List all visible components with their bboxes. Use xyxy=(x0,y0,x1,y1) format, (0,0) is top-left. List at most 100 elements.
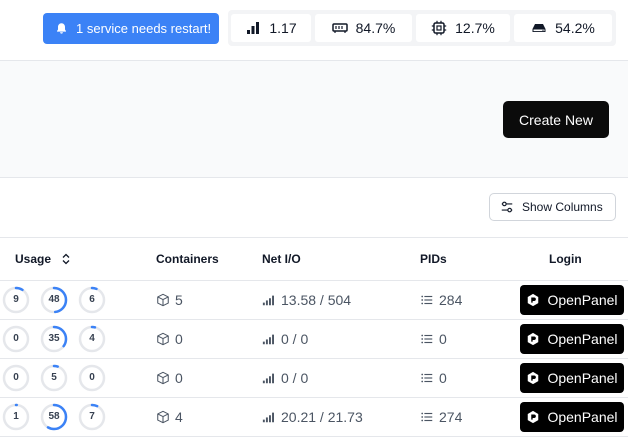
hard-drive-icon xyxy=(531,20,547,36)
top-bar: 1 service needs restart! 1.17 84.7% 12.7… xyxy=(0,0,628,61)
usage-ring-cpu: 9 xyxy=(2,286,30,314)
pids-cell: 0 xyxy=(420,331,447,347)
usage-ring-disk: 4 xyxy=(78,325,106,353)
show-columns-label: Show Columns xyxy=(522,200,603,214)
openpanel-logo-icon xyxy=(526,410,540,424)
netio-value: 13.58 / 504 xyxy=(281,292,352,308)
cpu-icon xyxy=(431,20,447,36)
stat-memory[interactable]: 84.7% xyxy=(315,14,412,42)
show-columns-button[interactable]: Show Columns xyxy=(489,193,616,221)
containers-value: 0 xyxy=(175,331,183,347)
bell-icon xyxy=(55,22,68,35)
pids-value: 0 xyxy=(439,370,447,386)
containers-cell: 5 xyxy=(156,292,183,308)
login-label: OpenPanel xyxy=(547,292,618,308)
usage-disk-value: 4 xyxy=(89,333,95,344)
containers-cell: 0 xyxy=(156,370,183,386)
login-label: OpenPanel xyxy=(547,370,618,386)
netio-value: 20.21 / 21.73 xyxy=(281,409,363,425)
usage-cpu-value: 0 xyxy=(13,333,19,344)
openpanel-logo-icon xyxy=(526,332,540,346)
stat-disk[interactable]: 54.2% xyxy=(514,14,612,42)
create-new-button[interactable]: Create New xyxy=(503,101,609,138)
stat-memory-value: 84.7% xyxy=(355,20,396,36)
usage-ring-disk: 0 xyxy=(78,364,106,392)
netio-value: 0 / 0 xyxy=(281,331,309,347)
netio-cell: 20.21 / 21.73 xyxy=(262,409,363,425)
login-label: OpenPanel xyxy=(547,409,618,425)
usage-cpu-value: 0 xyxy=(13,372,19,383)
stat-cpu[interactable]: 12.7% xyxy=(416,14,510,42)
containers-value: 0 xyxy=(175,370,183,386)
table-row: 1 58 7 4 20.21 / 21.73 274 OpenPanel xyxy=(0,398,628,437)
pids-value: 0 xyxy=(439,331,447,347)
list-icon xyxy=(420,293,434,307)
table-header: Usage Containers Net I/O PIDs Login xyxy=(0,237,628,281)
usage-memory-value: 35 xyxy=(48,333,60,344)
openpanel-logo-icon xyxy=(526,293,540,307)
pids-value: 274 xyxy=(439,409,463,425)
openpanel-login-button[interactable]: OpenPanel xyxy=(520,285,624,315)
sort-icon xyxy=(62,253,70,265)
header-netio: Net I/O xyxy=(262,252,301,266)
signal-icon xyxy=(262,332,276,346)
usage-ring-memory: 5 xyxy=(40,364,68,392)
box-icon xyxy=(156,410,170,424)
list-icon xyxy=(420,371,434,385)
stat-disk-value: 54.2% xyxy=(555,20,595,36)
restart-alert[interactable]: 1 service needs restart! xyxy=(43,13,219,44)
bar-chart-icon xyxy=(245,20,261,36)
box-icon xyxy=(156,332,170,346)
containers-cell: 4 xyxy=(156,409,183,425)
usage-memory-value: 58 xyxy=(48,411,60,422)
openpanel-login-button[interactable]: OpenPanel xyxy=(520,363,624,393)
usage-disk-value: 0 xyxy=(89,372,95,383)
netio-cell: 0 / 0 xyxy=(262,331,308,347)
header-login: Login xyxy=(549,252,582,266)
usage-cpu-value: 1 xyxy=(13,411,19,422)
signal-icon xyxy=(262,293,276,307)
pids-cell: 274 xyxy=(420,409,462,425)
box-icon xyxy=(156,293,170,307)
usage-disk-value: 6 xyxy=(89,294,95,305)
usage-disk-value: 7 xyxy=(89,411,95,422)
alert-text: 1 service needs restart! xyxy=(76,21,212,36)
usage-memory-value: 48 xyxy=(48,294,60,305)
usage-ring-disk: 7 xyxy=(78,403,106,431)
system-stats: 1.17 84.7% 12.7% 54.2% xyxy=(228,10,616,46)
usage-ring-disk: 6 xyxy=(78,286,106,314)
openpanel-login-button[interactable]: OpenPanel xyxy=(520,402,624,432)
header-pids: PIDs xyxy=(420,252,447,266)
usage-memory-value: 5 xyxy=(51,372,57,383)
usage-ring-cpu: 0 xyxy=(2,325,30,353)
pids-value: 284 xyxy=(439,292,463,308)
list-icon xyxy=(420,410,434,424)
netio-cell: 13.58 / 504 xyxy=(262,292,351,308)
sliders-icon xyxy=(500,200,514,214)
usage-ring-memory: 58 xyxy=(40,403,68,431)
signal-icon xyxy=(262,410,276,424)
header-usage[interactable]: Usage xyxy=(15,252,71,266)
pids-cell: 0 xyxy=(420,370,447,386)
netio-value: 0 / 0 xyxy=(281,370,309,386)
usage-ring-memory: 35 xyxy=(40,325,68,353)
stat-load[interactable]: 1.17 xyxy=(231,14,311,42)
box-icon xyxy=(156,371,170,385)
usage-ring-cpu: 0 xyxy=(2,364,30,392)
header-containers: Containers xyxy=(156,252,219,266)
openpanel-login-button[interactable]: OpenPanel xyxy=(520,324,624,354)
table-row: 9 48 6 5 13.58 / 504 284 OpenPanel xyxy=(0,281,628,320)
table-row: 0 35 4 0 0 / 0 0 OpenPanel xyxy=(0,320,628,359)
openpanel-logo-icon xyxy=(526,371,540,385)
containers-value: 5 xyxy=(175,292,183,308)
containers-cell: 0 xyxy=(156,331,183,347)
stat-load-value: 1.17 xyxy=(269,20,297,36)
netio-cell: 0 / 0 xyxy=(262,370,308,386)
header-usage-label: Usage xyxy=(15,252,52,266)
usage-cpu-value: 9 xyxy=(13,294,19,305)
usage-ring-cpu: 1 xyxy=(2,403,30,431)
signal-icon xyxy=(262,371,276,385)
pids-cell: 284 xyxy=(420,292,462,308)
table-row: 0 5 0 0 0 / 0 0 OpenPanel xyxy=(0,359,628,398)
stat-cpu-value: 12.7% xyxy=(455,20,495,36)
